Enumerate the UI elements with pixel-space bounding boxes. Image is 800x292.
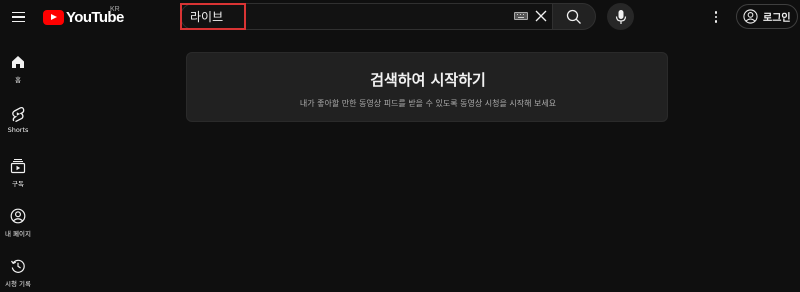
region-code: KR — [110, 6, 120, 13]
prompt-title: 검색하여 시작하기 — [370, 71, 486, 89]
sidebar-item-home[interactable]: 홈 — [0, 44, 36, 88]
voice-search-button[interactable] — [607, 3, 634, 30]
account-icon — [743, 9, 758, 24]
sidebar-item-label: 시청 기록 — [5, 280, 31, 288]
sidebar-item-label: 홈 — [15, 76, 21, 84]
search-prompt-card: 검색하여 시작하기 내가 좋아할 만한 동영상 피드를 받을 수 있도록 동영상… — [186, 52, 668, 122]
menu-icon[interactable] — [6, 5, 30, 29]
shorts-icon — [12, 106, 25, 122]
search-icon — [566, 9, 581, 24]
sidebar-item-label: Shorts — [7, 126, 29, 134]
sidebar-item-you[interactable]: 내 페이지 — [0, 198, 36, 242]
masthead: YouTube KR 로그인 — [0, 0, 800, 34]
sidebar-item-label: 내 페이지 — [5, 230, 31, 238]
subscriptions-icon — [10, 159, 26, 174]
clear-search-icon[interactable] — [533, 8, 549, 24]
prompt-subtitle: 내가 좋아할 만한 동영상 피드를 받을 수 있도록 동영상 시청을 시작해 보… — [299, 99, 557, 108]
search-button[interactable] — [552, 3, 596, 30]
youtube-play-icon — [43, 9, 64, 25]
login-button[interactable]: 로그인 — [736, 4, 798, 29]
search-input[interactable] — [190, 8, 500, 25]
sidebar-item-label: 구독 — [12, 180, 24, 188]
home-icon — [12, 56, 24, 68]
you-icon — [10, 208, 26, 224]
sidebar-item-subscriptions[interactable]: 구독 — [0, 148, 36, 192]
history-icon — [11, 259, 25, 273]
sidebar-item-shorts[interactable]: Shorts — [0, 96, 36, 140]
login-label: 로그인 — [763, 13, 791, 24]
keyboard-icon[interactable] — [514, 12, 528, 20]
more-options-icon[interactable] — [706, 7, 726, 27]
sidebar: 홈 Shorts 구독 내 페이지 시청 기록 — [0, 34, 36, 292]
sidebar-item-history[interactable]: 시청 기록 — [0, 248, 36, 292]
microphone-icon — [615, 9, 626, 24]
